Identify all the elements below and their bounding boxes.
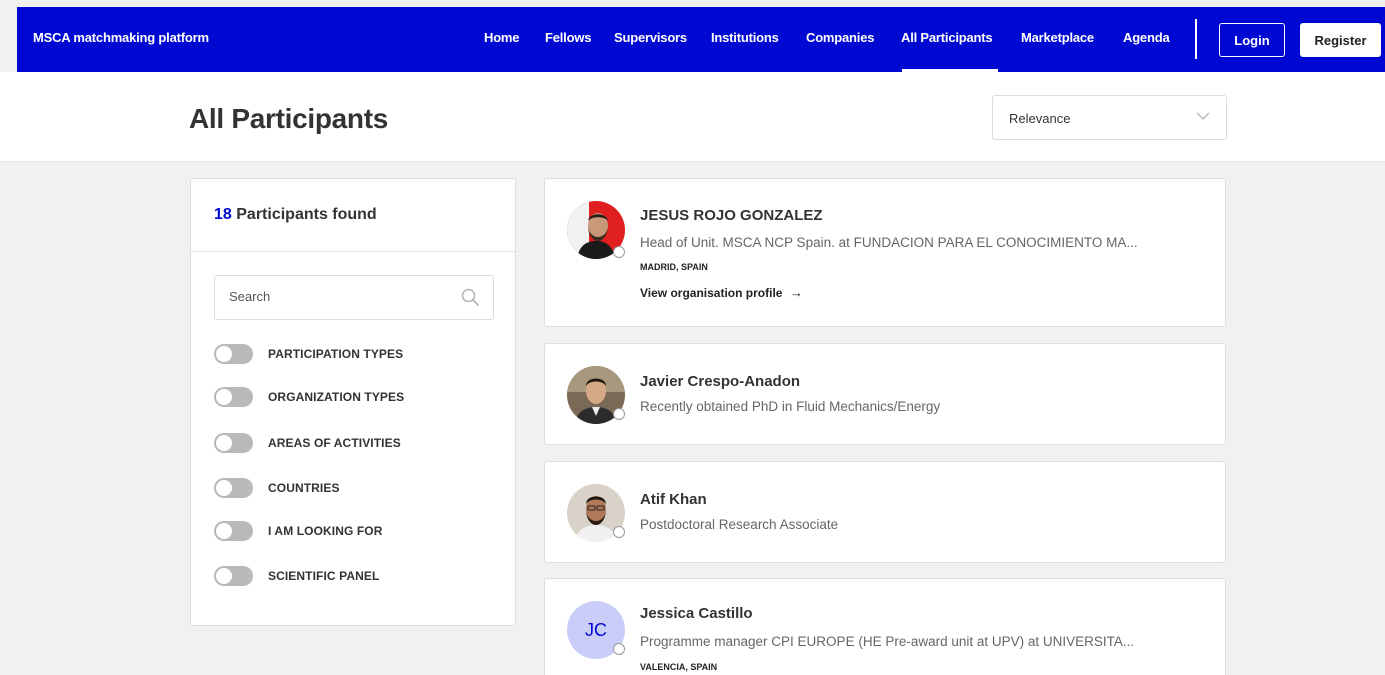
sort-selected-value: Relevance [1009,111,1071,126]
toggle-label: SCIENTIFIC PANEL [268,569,380,583]
participant-title: Head of Unit. MSCA NCP Spain. at FUNDACI… [640,235,1138,250]
participant-title: Postdoctoral Research Associate [640,517,839,532]
page-title: All Participants [189,103,389,134]
nav-home[interactable]: Home [484,30,520,45]
status-indicator [613,643,625,655]
chevron-down-icon [1196,112,1210,121]
participant-title: Recently obtained PhD in Fluid Mechanics… [640,399,941,414]
participant-card[interactable]: Atif Khan Postdoctoral Research Associat… [544,461,1226,563]
nav-institutions[interactable]: Institutions [711,30,779,45]
nav-divider [1195,19,1197,59]
search-icon[interactable] [461,288,479,306]
participant-card[interactable]: Javier Crespo-Anadon Recently obtained P… [544,343,1226,445]
nav-all-participants[interactable]: All Participants [901,30,993,45]
toggle-label: COUNTRIES [268,481,340,495]
participant-name[interactable]: Javier Crespo-Anadon [640,373,800,390]
nav-supervisors[interactable]: Supervisors [614,30,687,45]
filter-toggle-areas-of-activities[interactable]: AREAS OF ACTIVITIES [214,432,401,454]
participant-name[interactable]: JESUS ROJO GONZALEZ [640,207,823,224]
status-indicator [613,526,625,538]
results-count-label: Participants found [236,206,377,223]
filter-toggle-scientific-panel[interactable]: SCIENTIFIC PANEL [214,565,379,587]
results-count: 18 Participants found [214,206,377,224]
results-count-number: 18 [214,206,232,223]
login-button[interactable]: Login [1219,23,1285,57]
filter-toggle-countries[interactable]: COUNTRIES [214,477,340,499]
search-box [214,275,494,320]
participant-card[interactable]: JESUS ROJO GONZALEZ Head of Unit. MSCA N… [544,178,1226,327]
toggle-switch[interactable] [214,387,253,407]
nav-marketplace[interactable]: Marketplace [1021,30,1094,45]
participant-name[interactable]: Atif Khan [640,491,707,508]
participant-title: Programme manager CPI EUROPE (HE Pre-awa… [640,634,1135,649]
toggle-label: I AM LOOKING FOR [268,524,383,538]
sort-dropdown[interactable]: Relevance [992,95,1227,140]
register-button[interactable]: Register [1300,23,1381,57]
filter-panel: 18 Participants found PARTICIPATION TYPE… [190,178,516,626]
toggle-switch[interactable] [214,521,253,541]
nav-fellows[interactable]: Fellows [545,30,591,45]
search-input[interactable] [229,289,449,304]
participant-location: VALENCIA, SPAIN [640,662,718,672]
participant-name[interactable]: Jessica Castillo [640,605,753,622]
toggle-switch[interactable] [214,478,253,498]
toggle-switch[interactable] [214,344,253,364]
toggle-label: PARTICIPATION TYPES [268,347,404,361]
participant-location: MADRID, SPAIN [640,262,708,272]
status-indicator [613,246,625,258]
nav-companies[interactable]: Companies [806,30,874,45]
link-label: View organisation profile [640,286,783,300]
page-header: All Participants Relevance [0,72,1385,162]
view-organisation-profile-link[interactable]: View organisation profile → [640,285,803,300]
status-indicator [613,408,625,420]
toggle-label: ORGANIZATION TYPES [268,390,405,404]
filter-toggle-i-am-looking-for[interactable]: I AM LOOKING FOR [214,520,382,542]
filter-toggle-organization-types[interactable]: ORGANIZATION TYPES [214,386,404,408]
arrow-right-icon: → [789,285,803,300]
toggle-switch[interactable] [214,566,253,586]
filter-toggle-participation-types[interactable]: PARTICIPATION TYPES [214,343,403,365]
divider [191,251,515,252]
brand-logo-text[interactable]: MSCA matchmaking platform [33,30,209,45]
top-navbar: MSCA matchmaking platform Home Fellows S… [17,7,1385,72]
nav-agenda[interactable]: Agenda [1123,30,1170,45]
toggle-switch[interactable] [214,433,253,453]
participant-card[interactable]: JC Jessica Castillo Programme manager CP… [544,578,1226,675]
toggle-label: AREAS OF ACTIVITIES [268,436,401,450]
